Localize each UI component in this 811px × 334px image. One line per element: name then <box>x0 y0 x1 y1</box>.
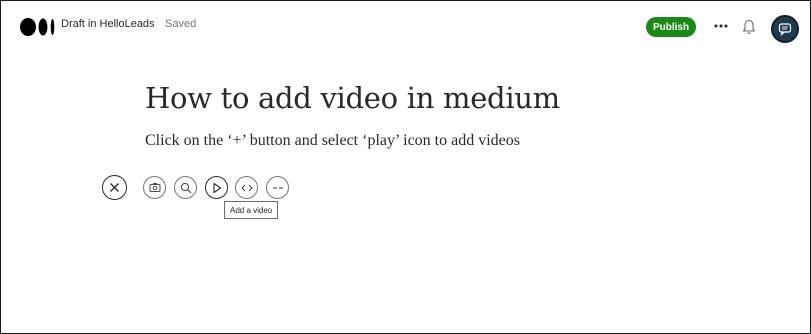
add-divider-button[interactable] <box>266 176 289 199</box>
medium-logo-icon[interactable] <box>20 17 56 37</box>
search-icon <box>180 182 191 193</box>
post-title[interactable]: How to add video in medium <box>145 81 560 115</box>
close-insert-menu-button[interactable] <box>102 175 127 200</box>
editor-window: Draft in HelloLeads Saved Publish How to… <box>0 0 811 334</box>
add-unsplash-image-button[interactable] <box>174 176 197 199</box>
divider-icon <box>272 186 283 189</box>
publish-button[interactable]: Publish <box>646 17 696 37</box>
draft-location-label: Draft in HelloLeads <box>61 18 155 30</box>
chat-icon <box>778 23 792 36</box>
notifications-bell-icon[interactable] <box>741 18 757 36</box>
add-video-button[interactable] <box>205 176 228 199</box>
more-options-icon[interactable] <box>712 19 730 33</box>
add-video-tooltip: Add a video <box>224 201 279 219</box>
close-icon <box>110 183 119 192</box>
camera-icon <box>149 183 160 192</box>
add-embed-button[interactable] <box>235 176 258 199</box>
add-image-button[interactable] <box>143 176 166 199</box>
user-avatar[interactable] <box>771 15 799 43</box>
embed-icon <box>240 184 253 191</box>
save-status: Saved <box>165 18 197 30</box>
post-body-text[interactable]: Click on the ‘+’ button and select ‘play… <box>145 132 520 150</box>
play-icon <box>212 182 221 193</box>
